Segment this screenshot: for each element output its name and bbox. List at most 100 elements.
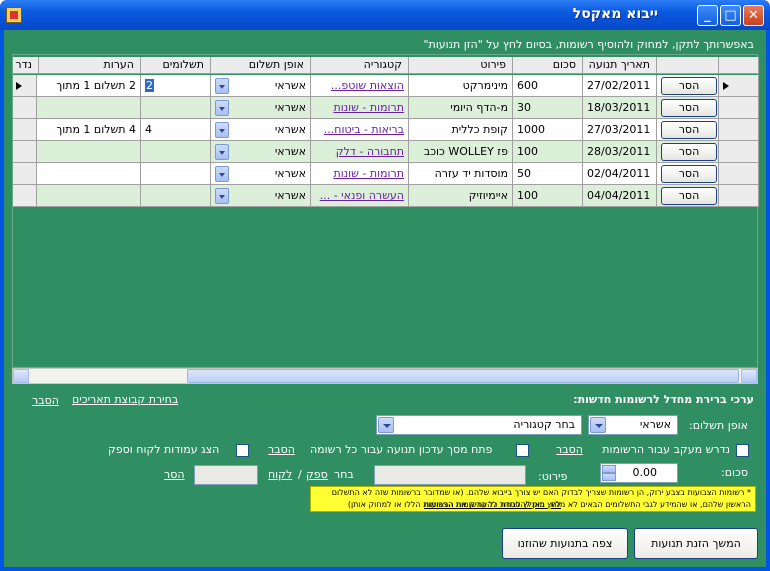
scroll-thumb[interactable] — [187, 369, 739, 383]
date-cell[interactable]: 27/02/2011 — [583, 75, 657, 97]
continue-button[interactable]: המשך הזנת תנועות — [634, 528, 758, 559]
row-selector[interactable] — [719, 97, 759, 119]
table-row[interactable]: 27/02/2011 600 מינימרקט הוצאות שוטפ... אשראי… — [13, 75, 759, 97]
notes-cell[interactable]: 4 תשלום 1 מתוך — [39, 119, 141, 141]
remove-link[interactable]: הסר — [164, 468, 185, 481]
explain-link-1[interactable]: הסבר — [32, 394, 59, 407]
table-row[interactable]: 04/04/2011 100 איימיוזיק העשרה ופנאי - ... א… — [13, 185, 759, 207]
category-cell[interactable]: הוצאות שוטפ... — [311, 75, 409, 97]
installments-cell[interactable]: 2 — [141, 75, 211, 97]
amount-cell[interactable]: 1000 — [513, 119, 583, 141]
chevron-down-icon[interactable] — [215, 122, 229, 138]
chevron-down-icon[interactable] — [378, 417, 394, 433]
maximize-icon[interactable]: □ — [720, 5, 741, 26]
category-cell[interactable]: תחבורה - דלק — [311, 141, 409, 163]
installments-cell[interactable]: 4 — [141, 119, 211, 141]
payment-select[interactable]: אשראי — [588, 415, 678, 435]
row-header[interactable] — [13, 163, 37, 185]
notes-cell[interactable] — [39, 141, 141, 163]
row-selector[interactable] — [719, 163, 759, 185]
category-cell-text[interactable]: בריאות - ביטוח... — [324, 123, 404, 136]
payment-cell[interactable]: אשראי — [211, 185, 311, 207]
category-cell-text[interactable]: הוצאות שוטפ... — [331, 79, 404, 92]
category-cell[interactable]: בריאות - ביטוח... — [311, 119, 409, 141]
installments-cell[interactable] — [141, 163, 211, 185]
amount-cell[interactable]: 100 — [513, 141, 583, 163]
row-selector[interactable] — [719, 141, 759, 163]
row-header[interactable] — [13, 75, 37, 97]
row-header[interactable] — [13, 97, 37, 119]
close-icon[interactable]: ✕ — [743, 5, 764, 26]
remove-row-button[interactable]: הסר — [661, 143, 717, 161]
chevron-down-icon[interactable] — [215, 144, 229, 160]
notes-cell[interactable] — [39, 185, 141, 207]
horizontal-scrollbar[interactable] — [12, 368, 758, 384]
col-category-header[interactable]: קטגוריה — [311, 57, 409, 74]
notes-cell[interactable] — [39, 97, 141, 119]
installments-cell[interactable] — [141, 97, 211, 119]
date-cell[interactable]: 18/03/2011 — [583, 97, 657, 119]
detail-cell[interactable]: מוסדות יד עזרה — [409, 163, 513, 185]
show-columns-checkbox[interactable] — [236, 444, 249, 457]
category-cell[interactable]: העשרה ופנאי - ... — [311, 185, 409, 207]
explain-link-2[interactable]: הסבר — [556, 443, 583, 456]
row-selector[interactable] — [719, 119, 759, 141]
customer-link[interactable]: לקוח — [268, 468, 292, 481]
date-cell[interactable]: 02/04/2011 — [583, 163, 657, 185]
category-cell-text[interactable]: תרומות - שונות — [333, 101, 404, 114]
spin-up-icon[interactable] — [602, 465, 616, 473]
payment-cell[interactable]: אשראי — [211, 141, 311, 163]
row-header[interactable] — [13, 185, 37, 207]
remove-row-button[interactable]: הסר — [661, 187, 717, 205]
table-row[interactable]: 02/04/2011 50 מוסדות יד עזרה תרומות - שונות… — [13, 163, 759, 185]
notes-cell[interactable]: 2 תשלום 1 מתוך — [39, 75, 141, 97]
chevron-down-icon[interactable] — [590, 417, 606, 433]
chevron-down-icon[interactable] — [215, 188, 229, 204]
category-cell[interactable]: תרומות - שונות — [311, 97, 409, 119]
chevron-down-icon[interactable] — [215, 100, 229, 116]
amount-cell[interactable]: 50 — [513, 163, 583, 185]
remove-row-button[interactable]: הסר — [661, 121, 717, 139]
tracking-checkbox[interactable] — [736, 444, 749, 457]
row-header[interactable] — [13, 119, 37, 141]
table-row[interactable]: 18/03/2011 30 מ-הדף היומי תרומות - שונות אשר… — [13, 97, 759, 119]
col-notes-header[interactable]: הערות — [39, 57, 141, 74]
installments-cell[interactable] — [141, 185, 211, 207]
remove-row-button[interactable]: הסר — [661, 77, 717, 95]
date-cell[interactable]: 04/04/2011 — [583, 185, 657, 207]
row-selector[interactable] — [719, 75, 759, 97]
row-selector[interactable] — [719, 185, 759, 207]
explain-link-3[interactable]: הסבר — [268, 443, 295, 456]
remove-row-button[interactable]: הסר — [661, 99, 717, 117]
payment-cell[interactable]: אשראי — [211, 119, 311, 141]
date-cell[interactable]: 28/03/2011 — [583, 141, 657, 163]
payment-cell[interactable]: אשראי — [211, 163, 311, 185]
payment-cell[interactable]: אשראי — [211, 75, 311, 97]
amount-cell[interactable]: 600 — [513, 75, 583, 97]
scroll-right-icon[interactable] — [741, 369, 757, 383]
view-entered-button[interactable]: צפה בתנועות שהוזנו — [502, 528, 628, 559]
detail-cell[interactable]: מ-הדף היומי — [409, 97, 513, 119]
amount-cell[interactable]: 100 — [513, 185, 583, 207]
table-row[interactable]: 27/03/2011 1000 קופת כללית בריאות - ביטוח..… — [13, 119, 759, 141]
installments-cell[interactable] — [141, 141, 211, 163]
amount-cell[interactable]: 30 — [513, 97, 583, 119]
category-select[interactable]: בחר קטגוריה — [376, 415, 582, 435]
chevron-down-icon[interactable] — [215, 78, 229, 94]
detail-cell[interactable]: קופת כללית — [409, 119, 513, 141]
col-extra-header[interactable]: נדר — [13, 57, 39, 74]
date-cell[interactable]: 27/03/2011 — [583, 119, 657, 141]
detail-cell[interactable]: פז WOLLEY כוכב — [409, 141, 513, 163]
col-amount-header[interactable]: סכום — [513, 57, 583, 74]
date-range-link[interactable]: בחירת קבוצת תאריכים — [72, 393, 178, 406]
notes-cell[interactable] — [39, 163, 141, 185]
category-cell-text[interactable]: תרומות - שונות — [333, 167, 404, 180]
detail-cell[interactable]: איימיוזיק — [409, 185, 513, 207]
category-cell[interactable]: תרומות - שונות — [311, 163, 409, 185]
detail-cell[interactable]: מינימרקט — [409, 75, 513, 97]
table-row[interactable]: 28/03/2011 100 פז WOLLEY כוכב תחבורה - דלק א… — [13, 141, 759, 163]
chevron-down-icon[interactable] — [215, 166, 229, 182]
remove-row-button[interactable]: הסר — [661, 165, 717, 183]
row-header[interactable] — [13, 141, 37, 163]
supplier-link[interactable]: ספק — [306, 468, 328, 481]
